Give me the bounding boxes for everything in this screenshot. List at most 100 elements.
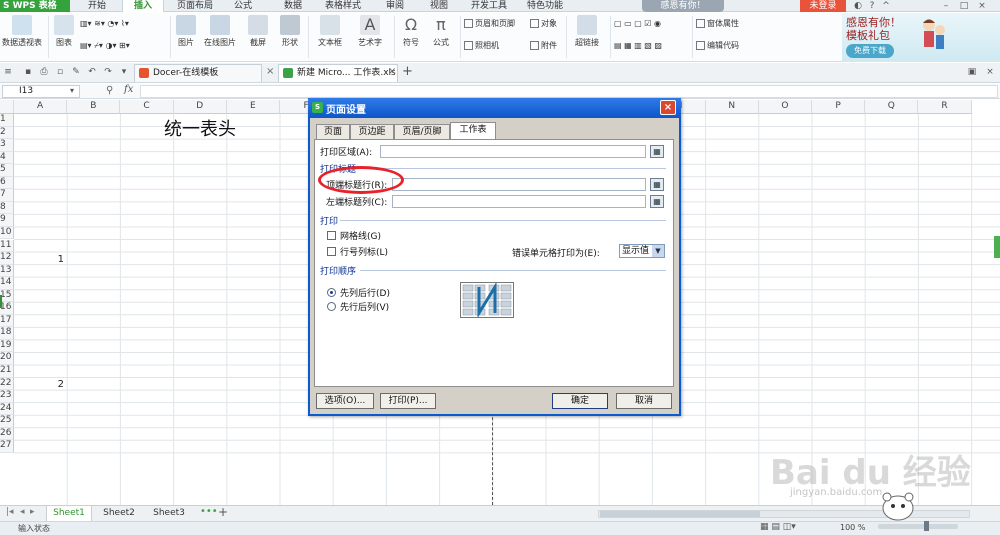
close-tab-icon[interactable]: × <box>388 66 396 77</box>
column-header-d[interactable]: D <box>173 100 227 114</box>
row-header-24[interactable]: 24 <box>0 402 14 416</box>
select-all-corner[interactable] <box>0 100 14 114</box>
chart-types-row2[interactable]: ▤▾ ⌿▾ ◑▾ ⊞▾ <box>80 40 130 52</box>
cell-a10[interactable]: 1 <box>14 254 64 268</box>
free-download-button[interactable]: 免费下载 <box>846 44 894 58</box>
header-footer-button[interactable]: 页眉和页脚 <box>464 18 515 30</box>
format-painter-icon[interactable]: ✎ <box>70 66 82 78</box>
save-icon[interactable]: ▪ <box>22 66 34 78</box>
down-then-over-radio[interactable] <box>327 288 336 297</box>
formula-input[interactable] <box>140 85 998 98</box>
more-sheets-icon[interactable]: ••• <box>200 506 218 517</box>
equation-button[interactable]: π 公式 <box>428 15 454 60</box>
row-header-1[interactable]: 1 <box>0 114 14 127</box>
tab-developer[interactable]: 开发工具 <box>466 0 512 12</box>
zoom-slider[interactable] <box>878 524 958 529</box>
row-header-7[interactable]: 7 <box>0 189 14 202</box>
minimize-ribbon-icon[interactable]: ^ <box>880 1 892 11</box>
row-header-11[interactable]: 11 <box>0 239 14 253</box>
row-header-27[interactable]: 27 <box>0 440 14 453</box>
new-tab-icon[interactable]: + <box>402 64 413 79</box>
left-columns-picker-icon[interactable]: ▦ <box>650 195 664 208</box>
row-header-21[interactable]: 21 <box>0 365 14 378</box>
skin-icon[interactable]: ◐ <box>852 1 864 11</box>
menu-icon[interactable]: ≡ <box>2 66 14 78</box>
options-button[interactable]: 选项(O)... <box>316 393 374 409</box>
tab-page-layout[interactable]: 页面布局 <box>172 0 218 12</box>
print-area-picker-icon[interactable]: ▦ <box>650 145 664 158</box>
doc-tab-docer[interactable]: Docer-在线模板 <box>134 64 262 82</box>
wordart-button[interactable]: A 艺术字 <box>352 15 388 60</box>
row-header-22[interactable]: 22 <box>0 377 14 391</box>
row-header-19[interactable]: 19 <box>0 339 14 353</box>
zoom-level[interactable]: 100 % <box>840 523 865 532</box>
cancel-button[interactable]: 取消 <box>616 393 672 409</box>
wps-logo[interactable]: S WPS 表格 <box>0 0 70 12</box>
promo-top-banner[interactable]: 感恩有你！ <box>642 0 724 12</box>
redo-icon[interactable]: ↷ <box>102 66 114 78</box>
sheet-tab-2[interactable]: Sheet2 <box>96 506 142 521</box>
row-header-2[interactable]: 2 <box>0 126 14 140</box>
tab-margins[interactable]: 页边距 <box>350 124 394 139</box>
textbox-button[interactable]: 文本框 <box>314 15 346 60</box>
tab-formulas[interactable]: 公式 <box>226 0 260 12</box>
horizontal-scroll-thumb[interactable] <box>600 511 760 517</box>
normal-view-icon[interactable]: ▦ ▤ ◫▾ <box>760 522 796 532</box>
tab-start[interactable]: 开始 <box>80 0 114 12</box>
row-header-26[interactable]: 26 <box>0 427 14 441</box>
tab-sheet[interactable]: 工作表 <box>450 122 496 140</box>
name-box-dropdown-icon[interactable]: ▾ <box>70 86 74 95</box>
row-header-20[interactable]: 20 <box>0 352 14 365</box>
shapes-button[interactable]: 形状 <box>276 15 304 60</box>
close-icon[interactable]: × <box>976 1 988 11</box>
add-sheet-icon[interactable]: + <box>218 505 228 519</box>
form-controls-row2[interactable]: ▤ ▦ ▥ ▧ ▨ <box>614 40 662 52</box>
row-header-8[interactable]: 8 <box>0 201 14 215</box>
column-header-c[interactable]: C <box>120 100 174 114</box>
tab-review[interactable]: 审阅 <box>378 0 412 12</box>
first-sheet-nav-icon[interactable]: |◂ <box>6 507 14 517</box>
tab-page[interactable]: 页面 <box>316 124 350 139</box>
column-header-b[interactable]: B <box>67 100 121 114</box>
row-header-18[interactable]: 18 <box>0 327 14 340</box>
ok-button[interactable]: 确定 <box>552 393 608 409</box>
row-header-14[interactable]: 14 <box>0 277 14 290</box>
tab-header-footer[interactable]: 页眉/页脚 <box>394 124 450 139</box>
prev-sheet-nav-icon[interactable]: ◂ <box>20 507 25 517</box>
column-header-p[interactable]: P <box>812 100 866 114</box>
row-header-3[interactable]: 3 <box>0 139 14 152</box>
tab-insert[interactable]: 插入 <box>122 0 164 12</box>
name-box[interactable]: I13 <box>2 85 80 98</box>
print-icon[interactable]: ⎙ <box>38 66 50 78</box>
attachment-button[interactable]: 附件 <box>530 40 557 52</box>
column-header-q[interactable]: Q <box>865 100 919 114</box>
picture-button[interactable]: 图片 <box>174 15 198 60</box>
zoom-search-icon[interactable]: ⚲ <box>106 85 113 96</box>
fx-icon[interactable]: fx <box>124 84 133 95</box>
form-properties-button[interactable]: 窗体属性 <box>696 18 739 30</box>
chart-button[interactable]: 图表 <box>52 15 76 60</box>
side-panel-handle[interactable] <box>994 236 1000 258</box>
next-sheet-nav-icon[interactable]: ▸ <box>30 507 35 517</box>
row-header-25[interactable]: 25 <box>0 415 14 428</box>
gridlines-checkbox[interactable] <box>327 231 336 240</box>
close-tab-icon[interactable]: × <box>266 66 274 77</box>
quick-access-dropdown-icon[interactable]: ▾ <box>118 66 130 78</box>
pivot-table-button[interactable]: 数据透视表 <box>2 15 42 60</box>
top-rows-picker-icon[interactable]: ▦ <box>650 178 664 191</box>
column-header-n[interactable]: N <box>705 100 759 114</box>
over-then-down-radio[interactable] <box>327 302 336 311</box>
print-area-input[interactable] <box>380 145 646 158</box>
tab-special[interactable]: 特色功能 <box>522 0 568 12</box>
column-header-a[interactable]: A <box>14 100 68 114</box>
row-header-10[interactable]: 10 <box>0 226 14 240</box>
undo-icon[interactable]: ↶ <box>86 66 98 78</box>
print-preview-icon[interactable]: ▫ <box>54 66 66 78</box>
maximize-icon[interactable]: □ <box>958 1 970 11</box>
help-icon[interactable]: ? <box>866 1 878 11</box>
row-header-17[interactable]: 17 <box>0 314 14 328</box>
row-header-4[interactable]: 4 <box>0 151 14 165</box>
cell-errors-select[interactable]: 显示值 ▼ <box>619 244 665 258</box>
row-header-13[interactable]: 13 <box>0 264 14 278</box>
sheet-tab-1[interactable]: Sheet1 <box>46 506 92 521</box>
